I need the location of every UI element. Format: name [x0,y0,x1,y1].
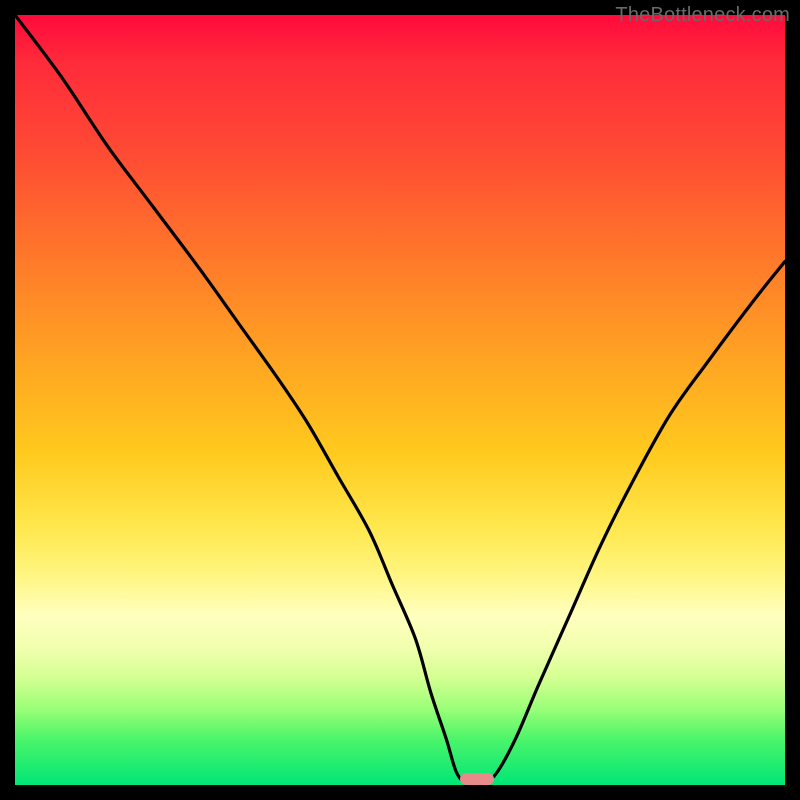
curve-path [15,15,785,785]
chart-frame: TheBottleneck.com [0,0,800,800]
curve-line [15,15,785,785]
bottleneck-marker [460,773,494,785]
plot-area [15,15,785,785]
